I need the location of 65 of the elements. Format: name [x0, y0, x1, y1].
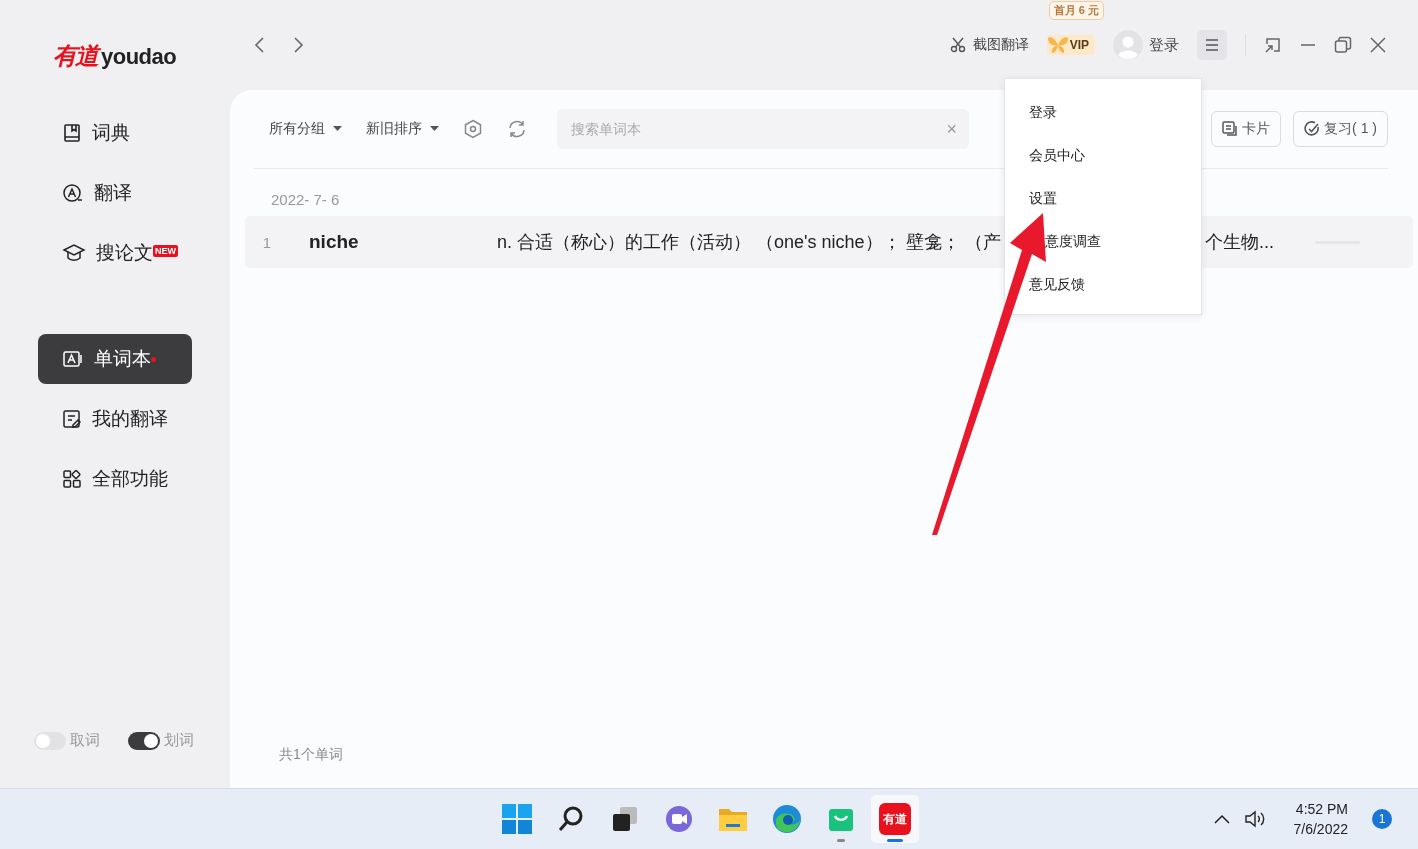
back-icon[interactable]	[254, 36, 266, 54]
check-circle-icon	[1304, 121, 1321, 137]
chat-icon	[665, 805, 693, 834]
meaning-text: n. 合适（称心）的工作（活动） （one's niche）； 壁龛； （产	[497, 231, 1001, 254]
promo-tooltip: 首月 6 元	[1048, 1, 1104, 20]
toggle-switch[interactable]	[128, 731, 160, 750]
avatar-icon	[1113, 30, 1143, 60]
pin-icon[interactable]	[1264, 36, 1282, 54]
menu-icon	[1205, 39, 1219, 51]
notification-count[interactable]: 1	[1372, 809, 1392, 830]
caret-icon	[333, 126, 342, 132]
menu-item[interactable]: 登录	[1029, 103, 1057, 121]
nav-item[interactable]: 全部功能	[38, 454, 192, 504]
restore-icon[interactable]	[1334, 36, 1352, 54]
chevron-up-icon[interactable]	[1213, 814, 1230, 825]
row-number: 1	[261, 233, 271, 251]
group-dropdown[interactable]: 所有分组	[269, 120, 342, 138]
butterfly-icon	[1046, 36, 1069, 54]
logo-text: youdao	[101, 44, 177, 70]
search-icon	[557, 805, 585, 834]
word-count: 共1个单词	[278, 746, 344, 765]
sort-dropdown[interactable]: 新旧排序	[366, 120, 439, 138]
menu-item[interactable]: 设置	[1029, 189, 1057, 207]
nav-item[interactable]: 词典	[38, 108, 192, 158]
screenshot-translate-button[interactable]: 截图翻译	[949, 36, 1029, 54]
caret-icon	[430, 126, 439, 132]
clock[interactable]: 4:52 PM 7/6/2022	[1293, 801, 1348, 838]
windows-icon	[502, 804, 532, 835]
speaker-icon[interactable]	[1243, 810, 1266, 829]
toggle-label: 划词	[164, 731, 194, 751]
graduation-cap-icon	[62, 243, 86, 263]
scissors-icon	[949, 37, 966, 53]
toggle-label: 取词	[70, 731, 100, 751]
refresh-icon[interactable]	[507, 119, 527, 139]
letter-card-icon	[62, 349, 84, 369]
nav-item[interactable]: 翻译	[38, 168, 192, 218]
document-icon	[62, 409, 82, 429]
nav-item[interactable]: 单词本	[38, 334, 192, 384]
browser-icon	[772, 804, 802, 835]
task-view-icon	[611, 805, 639, 834]
new-badge: NEW	[153, 245, 178, 257]
card-button[interactable]: 卡片	[1211, 111, 1282, 147]
translate-icon	[62, 183, 84, 203]
review-button[interactable]: 复习( 1 )	[1293, 111, 1388, 147]
time-text: 4:52 PM	[1295, 801, 1348, 818]
nav-item[interactable]: 我的翻译	[38, 394, 192, 444]
cards-icon	[1222, 121, 1239, 137]
vip-button[interactable]: VIP	[1046, 35, 1095, 55]
date-text: 7/6/2022	[1293, 821, 1348, 838]
toggle-switch[interactable]	[34, 731, 66, 750]
menu-item[interactable]: 意见反馈	[1029, 275, 1085, 293]
date-heading: 2022- 7- 6	[271, 191, 340, 208]
word-text: niche	[309, 231, 360, 253]
meaning-text: 个生物...	[1205, 231, 1274, 254]
app-icon: 有道	[879, 803, 911, 836]
forward-icon[interactable]	[292, 36, 304, 54]
login-button[interactable]: 登录	[1113, 30, 1179, 60]
menu-button[interactable]	[1197, 30, 1227, 60]
apps-grid-icon	[62, 469, 82, 489]
taskbar-app[interactable]: 有道	[871, 795, 919, 844]
settings-icon[interactable]	[463, 119, 483, 139]
book-icon	[62, 123, 82, 143]
menu-item[interactable]: 会员中心	[1029, 146, 1085, 164]
menu-item[interactable]: 意度调查	[1045, 232, 1101, 250]
close-icon[interactable]	[1370, 37, 1386, 53]
